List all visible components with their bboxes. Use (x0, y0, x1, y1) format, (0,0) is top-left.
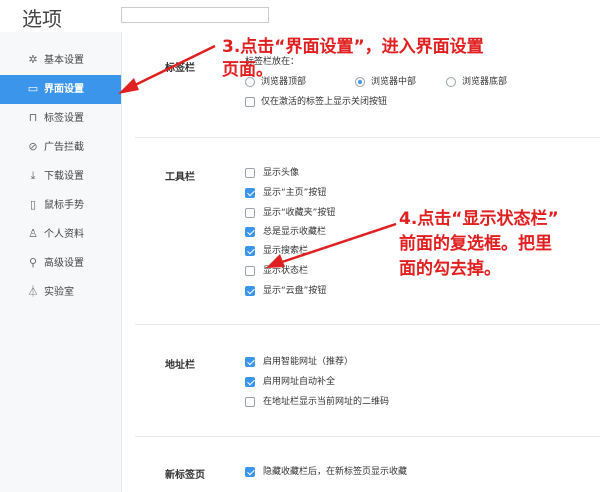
checkbox-label: 显示头像 (263, 168, 300, 178)
block-icon: ⊘ (28, 140, 38, 153)
sidebar-item-download[interactable]: ⤓ 下载设置 (0, 162, 121, 191)
checkbox[interactable] (245, 397, 255, 407)
checkbox[interactable] (245, 168, 255, 178)
checkbox[interactable] (245, 377, 255, 387)
checkbox-label: 显示“云盘”按钮 (263, 286, 327, 296)
download-icon: ⤓ (30, 169, 36, 182)
sidebar-item-label: 界面设置 (44, 84, 84, 95)
checkbox-label: 显示“主页”按钮 (263, 188, 327, 198)
sidebar-item-label: 个人资料 (44, 229, 84, 240)
wrench-icon: ⚲ (28, 256, 38, 269)
annotation-step4-line2: 前面的复选框。把里 (399, 234, 552, 254)
sidebar-item-lab[interactable]: ⏃ 实验室 (0, 278, 121, 307)
checkbox[interactable] (245, 188, 255, 198)
gear-icon: ✲ (28, 53, 38, 66)
checkbox[interactable] (245, 286, 255, 296)
sidebar-item-label: 高级设置 (44, 258, 84, 269)
sidebar-item-label: 鼠标手势 (44, 200, 84, 211)
checkbox-label: 总是显示收藏栏 (263, 227, 327, 237)
sidebar-item-interface[interactable]: ▭ 界面设置 (0, 75, 121, 104)
checkbox-label: 启用网址自动补全 (263, 377, 336, 387)
settings-panel: 标签栏 标签栏放在： 浏览器顶部 浏览器中部 浏览器底部 仅在激活的标签上显示关… (122, 32, 600, 492)
checkbox-label: 仅在激活的标签上显示关闭按钮 (261, 97, 388, 107)
divider (135, 436, 600, 437)
annotation-step3-line1: 3.点击“界面设置”，进入界面设置 (222, 37, 484, 57)
annotation-step4-line3: 面的勾去掉。 (399, 259, 501, 279)
checkbox[interactable] (245, 208, 255, 218)
search-input[interactable] (121, 7, 269, 23)
mouse-icon: ▯ (29, 198, 37, 211)
flask-icon: ⏃ (27, 285, 39, 298)
radio-label: 浏览器中部 (371, 77, 417, 87)
section-title-toolbar: 工具栏 (165, 172, 195, 183)
section-title-address: 地址栏 (165, 360, 195, 371)
sidebar-item-tabs[interactable]: ⊓ 标签设置 (0, 104, 121, 133)
checkbox[interactable] (245, 97, 255, 107)
sidebar-item-label: 实验室 (44, 287, 74, 298)
section-title-newtab: 新标签页 (165, 470, 205, 481)
annotation-step4-line1: 4.点击“显示状态栏” (399, 209, 559, 229)
checkbox-label: 在地址栏显示当前网址的二维码 (263, 397, 390, 407)
checkbox-label: 隐藏收藏栏后，在新标签页显示收藏 (263, 467, 408, 477)
sidebar-item-label: 基本设置 (44, 55, 84, 66)
checkbox-label: 显示搜索栏 (263, 246, 309, 256)
checkbox[interactable] (245, 266, 255, 276)
divider (135, 137, 600, 138)
checkbox-label: 显示“收藏夹”按钮 (263, 208, 336, 218)
radio-button[interactable] (355, 77, 365, 87)
tab-icon: ⊓ (28, 111, 38, 124)
sidebar-item-advanced[interactable]: ⚲ 高级设置 (0, 249, 121, 278)
sidebar: ✲ 基本设置 ▭ 界面设置 ⊓ 标签设置 ⊘ 广告拦截 ⤓ 下载设置 ▯ 鼠标手… (0, 32, 122, 492)
sidebar-item-gesture[interactable]: ▯ 鼠标手势 (0, 191, 121, 220)
sidebar-item-label: 标签设置 (44, 113, 84, 124)
title-bar: 选项 (0, 0, 600, 32)
window-icon: ▭ (27, 82, 39, 95)
radio-label: 浏览器底部 (462, 77, 508, 87)
window-title: 选项 (22, 7, 62, 31)
sidebar-item-profile[interactable]: ♙ 个人资料 (0, 220, 121, 249)
radio-button[interactable] (446, 77, 456, 87)
sidebar-item-label: 广告拦截 (44, 142, 84, 153)
divider (135, 324, 600, 325)
checkbox-label: 显示状态栏 (263, 266, 309, 276)
sidebar-item-label: 下载设置 (44, 171, 84, 182)
checkbox-label: 启用智能网址（推荐） (263, 357, 354, 367)
section-title-tabs: 标签栏 (165, 63, 195, 74)
checkbox[interactable] (245, 246, 255, 256)
checkbox[interactable] (245, 227, 255, 237)
user-icon: ♙ (28, 227, 38, 240)
checkbox[interactable] (245, 357, 255, 367)
checkbox[interactable] (245, 467, 255, 477)
sidebar-item-basic[interactable]: ✲ 基本设置 (0, 46, 121, 75)
sidebar-item-adblock[interactable]: ⊘ 广告拦截 (0, 133, 121, 162)
annotation-step3-line2: 页面。 (222, 60, 273, 80)
